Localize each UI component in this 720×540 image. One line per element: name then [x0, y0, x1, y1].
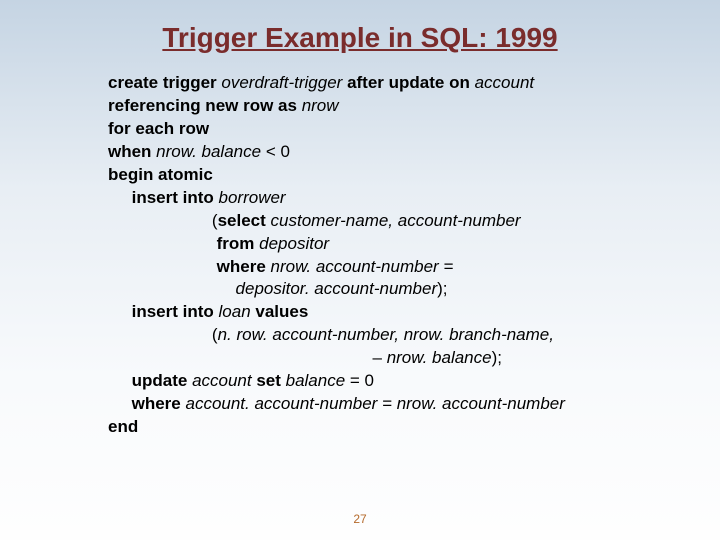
ident: account. account-number = nrow. account-… [185, 394, 564, 413]
code-line: insert into borrower [108, 187, 680, 210]
kw: referencing new row as [108, 96, 302, 115]
plain: < 0 [266, 142, 290, 161]
ident: customer-name, account-number [271, 211, 521, 230]
kw: where [217, 257, 271, 276]
ident: nrow [302, 96, 339, 115]
code-line: begin atomic [108, 164, 680, 187]
code-line: when nrow. balance < 0 [108, 141, 680, 164]
kw: end [108, 417, 138, 436]
ident: n. row. account-number, nrow. branch-nam… [218, 325, 554, 344]
kw: begin atomic [108, 165, 213, 184]
code-line: – nrow. balance); [108, 347, 680, 370]
kw: for each row [108, 119, 209, 138]
ident: nrow. balance [156, 142, 266, 161]
kw: from [217, 234, 260, 253]
plain [108, 279, 236, 298]
ident: overdraft-trigger [221, 73, 347, 92]
plain: = 0 [350, 371, 374, 390]
kw: after update on [347, 73, 475, 92]
plain: ); [437, 279, 447, 298]
code-line: (select customer-name, account-number [108, 210, 680, 233]
ident: account [192, 371, 256, 390]
kw: where [108, 394, 185, 413]
code-line: (n. row. account-number, nrow. branch-na… [108, 324, 680, 347]
ident: nrow. balance [387, 348, 492, 367]
page-number: 27 [0, 512, 720, 526]
kw: insert into [108, 188, 219, 207]
ident: depositor [259, 234, 329, 253]
plain: ( [108, 211, 218, 230]
code-line: update account set balance = 0 [108, 370, 680, 393]
kw: create trigger [108, 73, 221, 92]
ident: nrow. account-number = [271, 257, 454, 276]
code-line: from depositor [108, 233, 680, 256]
code-line: where nrow. account-number = [108, 256, 680, 279]
kw: when [108, 142, 156, 161]
ident: loan [219, 302, 256, 321]
kw: update [108, 371, 192, 390]
plain: ( [108, 325, 218, 344]
code-line: referencing new row as nrow [108, 95, 680, 118]
plain [108, 257, 217, 276]
kw: select [218, 211, 271, 230]
code-line: where account. account-number = nrow. ac… [108, 393, 680, 416]
ident: balance [286, 371, 350, 390]
ident: borrower [219, 188, 286, 207]
ident: account [475, 73, 535, 92]
slide-title: Trigger Example in SQL: 1999 [0, 0, 720, 72]
kw: values [255, 302, 308, 321]
code-line: insert into loan values [108, 301, 680, 324]
ident: depositor. account-number [236, 279, 438, 298]
code-line: depositor. account-number); [108, 278, 680, 301]
code-line: create trigger overdraft-trigger after u… [108, 72, 680, 95]
plain [108, 234, 217, 253]
code-line: for each row [108, 118, 680, 141]
code-block: create trigger overdraft-trigger after u… [0, 72, 720, 439]
kw: set [256, 371, 285, 390]
kw: insert into [108, 302, 219, 321]
code-line: end [108, 416, 680, 439]
plain: – [108, 348, 387, 367]
plain: ); [492, 348, 502, 367]
